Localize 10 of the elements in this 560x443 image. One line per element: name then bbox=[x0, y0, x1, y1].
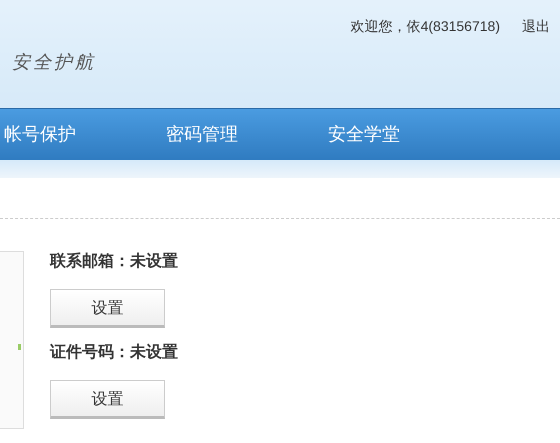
set-button[interactable]: 设置 bbox=[50, 380, 165, 419]
setting-label: 证件号码：未设置 bbox=[50, 342, 178, 362]
set-button[interactable]: 设置 bbox=[50, 289, 165, 328]
logo-text: 安全护航 bbox=[12, 52, 96, 73]
logout-link[interactable]: 退出 bbox=[522, 16, 550, 37]
welcome-text: 欢迎您，依4(83156718) bbox=[350, 17, 500, 36]
nav-tab[interactable]: 安全学堂 bbox=[328, 121, 490, 148]
setting-label: 联系邮箱：未设置 bbox=[50, 251, 178, 271]
nav-tab[interactable]: 密码管理 bbox=[166, 121, 328, 148]
nav-tab[interactable]: 帐号保护 bbox=[4, 121, 166, 148]
